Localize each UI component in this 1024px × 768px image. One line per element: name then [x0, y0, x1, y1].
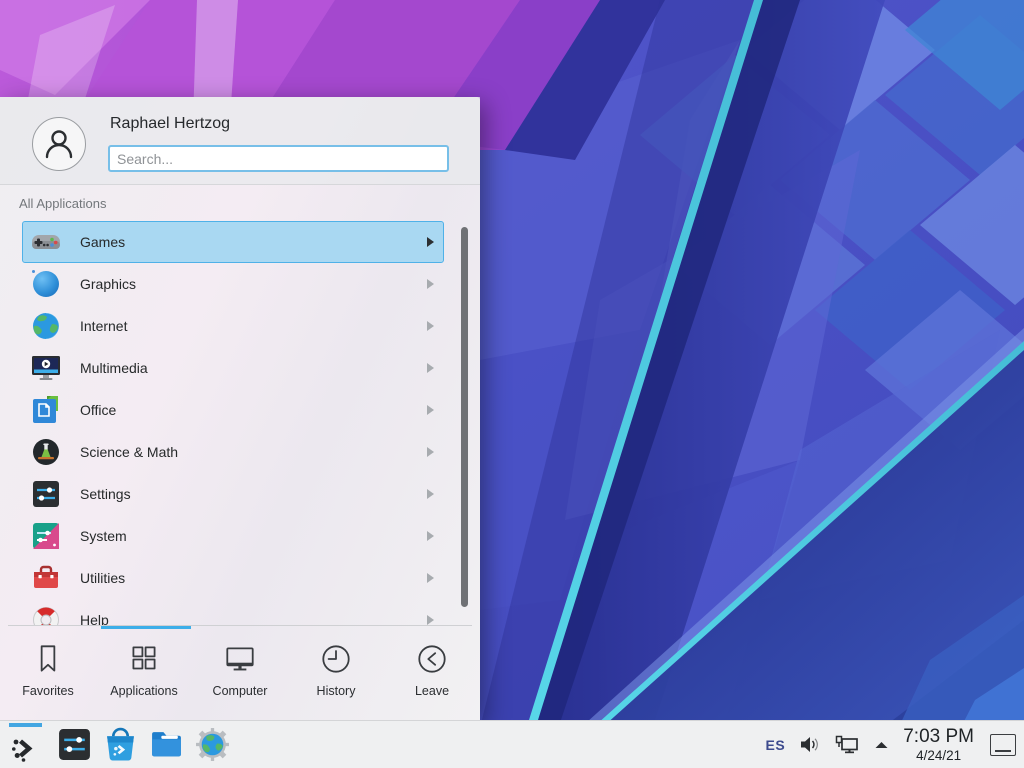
menu-item-label: System — [80, 528, 426, 544]
system-tray: ES 7:0 — [766, 727, 1016, 763]
menu-item-graphics[interactable]: Graphics — [22, 263, 444, 305]
app-grid-icon — [126, 641, 162, 677]
menu-item-internet[interactable]: Internet — [22, 305, 444, 347]
submenu-arrow-icon — [426, 573, 434, 583]
tab-computer[interactable]: Computer — [192, 629, 288, 720]
menu-item-label: Settings — [80, 486, 426, 502]
show-desktop-button[interactable] — [990, 734, 1016, 756]
menu-item-label: Office — [80, 402, 426, 418]
menu-item-settings[interactable]: Settings — [22, 473, 444, 515]
leave-icon — [414, 641, 450, 677]
office-documents-icon — [30, 394, 62, 426]
submenu-arrow-icon — [426, 405, 434, 415]
monitor-icon — [222, 641, 258, 677]
menu-item-label: Internet — [80, 318, 426, 334]
tab-history[interactable]: History — [288, 629, 384, 720]
settings-sliders-icon — [30, 478, 62, 510]
tab-leave[interactable]: Leave — [384, 629, 480, 720]
tab-applications[interactable]: Applications — [96, 629, 192, 720]
user-avatar[interactable] — [32, 117, 86, 171]
system-sliders-icon — [30, 520, 62, 552]
tabbar-divider — [8, 625, 472, 626]
list-scrollbar[interactable] — [461, 227, 468, 607]
globe-icon — [30, 310, 62, 342]
bookmark-icon — [30, 641, 66, 677]
multimedia-monitor-icon — [30, 352, 62, 384]
wired-network-icon[interactable] — [835, 735, 859, 754]
keyboard-layout-indicator[interactable]: ES — [766, 737, 786, 753]
menu-item-help[interactable]: Help — [22, 599, 444, 625]
science-flask-icon — [30, 436, 62, 468]
desktop: Raphael Hertzog All Applications Game — [0, 0, 1024, 768]
menu-item-games[interactable]: Games — [22, 221, 444, 263]
submenu-arrow-icon — [426, 279, 434, 289]
dolphin-folder-icon[interactable] — [149, 727, 184, 762]
tab-favorites[interactable]: Favorites — [0, 629, 96, 720]
submenu-arrow-icon — [426, 447, 434, 457]
clock-date: 4/24/21 — [903, 749, 974, 763]
search-input[interactable] — [108, 145, 449, 172]
clock-time: 7:03 PM — [903, 727, 974, 746]
menu-item-label: Help — [80, 612, 426, 625]
digital-clock[interactable]: 7:03 PM 4/24/21 — [903, 727, 974, 763]
application-launcher-popup: Raphael Hertzog All Applications Game — [0, 97, 480, 720]
user-icon — [40, 125, 78, 163]
kde-launcher-icon — [9, 732, 42, 765]
application-launcher-button[interactable] — [6, 721, 46, 768]
menu-item-system[interactable]: System — [22, 515, 444, 557]
menu-item-utilities[interactable]: Utilities — [22, 557, 444, 599]
konqueror-globe-icon[interactable] — [195, 727, 230, 762]
submenu-arrow-icon — [426, 531, 434, 541]
taskbar: ES 7:0 — [0, 720, 1024, 768]
user-name: Raphael Hertzog — [110, 115, 230, 133]
submenu-arrow-icon — [426, 615, 434, 625]
section-label: All Applications — [19, 196, 106, 211]
launcher-tabbar: Favorites Applications Computer — [0, 629, 480, 720]
graphics-sphere-icon — [30, 268, 62, 300]
menu-item-label: Utilities — [80, 570, 426, 586]
menu-item-label: Graphics — [80, 276, 426, 292]
toolbox-icon — [30, 562, 62, 594]
submenu-arrow-icon — [426, 237, 434, 247]
expand-tray-icon[interactable] — [874, 740, 889, 750]
submenu-arrow-icon — [426, 321, 434, 331]
menu-item-multimedia[interactable]: Multimedia — [22, 347, 444, 389]
system-settings-icon[interactable] — [57, 727, 92, 762]
menu-item-office[interactable]: Office — [22, 389, 444, 431]
launcher-active-indicator — [9, 723, 42, 727]
menu-item-label: Science & Math — [80, 444, 426, 460]
application-category-list: Games Graphics — [22, 221, 444, 625]
menu-item-label: Games — [80, 234, 426, 250]
menu-item-science-math[interactable]: Science & Math — [22, 431, 444, 473]
menu-item-label: Multimedia — [80, 360, 426, 376]
submenu-arrow-icon — [426, 363, 434, 373]
life-ring-icon — [30, 604, 62, 625]
volume-icon[interactable] — [800, 736, 820, 753]
discover-icon[interactable] — [103, 727, 138, 762]
submenu-arrow-icon — [426, 489, 434, 499]
launcher-header: Raphael Hertzog — [0, 97, 480, 185]
clock-icon — [318, 641, 354, 677]
gamepad-icon — [30, 226, 62, 258]
